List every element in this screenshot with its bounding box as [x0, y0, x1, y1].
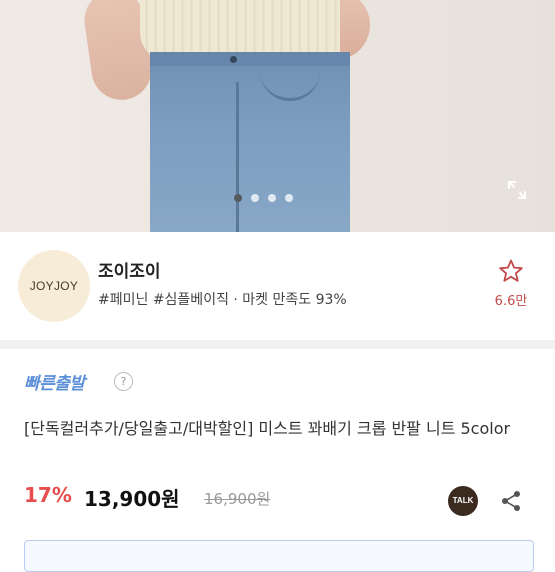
- sale-price: 13,900원: [84, 487, 180, 511]
- share-icon[interactable]: [499, 489, 523, 513]
- photo-waistband: [150, 52, 350, 66]
- product-image[interactable]: [0, 0, 555, 232]
- favorite-star-icon[interactable]: [498, 258, 524, 284]
- photo-seam: [236, 82, 239, 232]
- help-icon[interactable]: ?: [114, 372, 133, 391]
- gallery-dot[interactable]: [285, 194, 293, 202]
- gallery-dot[interactable]: [251, 194, 259, 202]
- photo-pocket: [260, 62, 320, 101]
- gallery-pagination: [234, 194, 293, 202]
- kakao-talk-button[interactable]: TALK: [448, 486, 478, 516]
- gallery-dot[interactable]: [234, 194, 242, 202]
- talk-label: TALK: [452, 496, 474, 505]
- photo-button: [230, 56, 237, 63]
- shop-logo[interactable]: JOYJOY: [18, 250, 90, 322]
- shop-logo-text: JOYJOY: [29, 279, 79, 293]
- coupon-banner[interactable]: [24, 540, 534, 572]
- fast-shipping-label: 빠른출발: [24, 374, 85, 394]
- gallery-dot[interactable]: [268, 194, 276, 202]
- shop-name[interactable]: 조이조이: [98, 257, 161, 282]
- section-divider: [0, 340, 555, 349]
- discount-rate: 17%: [24, 483, 72, 507]
- original-price: 16,900원: [204, 490, 271, 508]
- product-title: [단독컬러추가/당일출고/대박할인] 미스트 꽈배기 크롭 반팔 니트 5col…: [24, 419, 511, 438]
- photo-jeans: [150, 52, 350, 232]
- shop-tags: #페미닌 #심플베이직 · 마켓 만족도 93%: [98, 292, 347, 308]
- expand-icon[interactable]: [506, 179, 528, 201]
- favorite-count: 6.6만: [494, 294, 528, 309]
